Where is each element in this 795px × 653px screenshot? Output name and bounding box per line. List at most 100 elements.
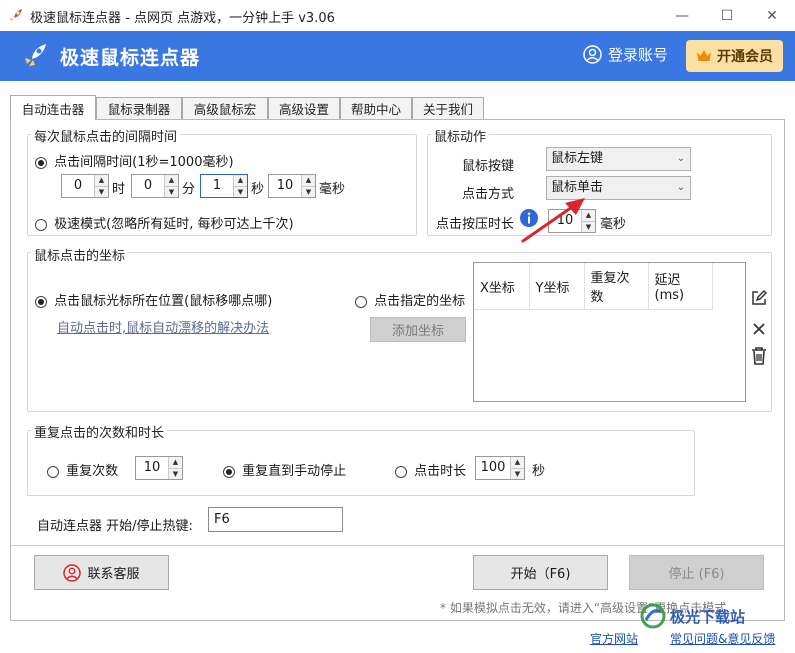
click-duration-value[interactable]: 100 bbox=[476, 457, 510, 479]
click-duration-stepper[interactable]: 100 ▲ ▼ bbox=[475, 456, 525, 480]
chevron-down-icon: ⌄ bbox=[676, 182, 686, 193]
app-header: 极速鼠标连点器 登录账号 开通会员 bbox=[0, 31, 795, 81]
ms-unit: 毫秒 bbox=[319, 182, 346, 197]
click-duration-option[interactable]: 点击时长 bbox=[395, 460, 466, 479]
add-coordinate-button[interactable]: 添加坐标 bbox=[370, 317, 466, 342]
window-title: 极速鼠标连点器 - 点网页 点游戏，一分钟上手 v3.06 bbox=[30, 11, 335, 26]
interval-title: 每次鼠标点击的间隔时间 bbox=[31, 126, 181, 145]
cursor-position-option[interactable]: 点击鼠标光标所在位置(鼠标移哪点哪) bbox=[35, 290, 272, 309]
login-label: 登录账号 bbox=[608, 46, 669, 64]
coords-title: 鼠标点击的坐标 bbox=[31, 245, 129, 264]
column-repeat[interactable]: 重复次数 bbox=[584, 263, 649, 310]
click-mode-label: 点击方式 bbox=[462, 187, 515, 202]
fixed-coords-radio[interactable] bbox=[355, 295, 367, 308]
up-arrow-icon[interactable]: ▲ bbox=[95, 175, 108, 186]
brand-name: 极速鼠标连点器 bbox=[60, 47, 201, 69]
column-x[interactable]: X坐标 bbox=[474, 263, 530, 310]
support-label: 联系客服 bbox=[87, 567, 140, 582]
repeat-count-stepper[interactable]: 10 ▲ ▼ bbox=[135, 456, 183, 480]
edit-icon[interactable] bbox=[750, 289, 768, 307]
support-user-icon bbox=[63, 563, 82, 582]
minutes-unit: 分 bbox=[182, 182, 196, 197]
up-arrow-icon[interactable]: ▲ bbox=[302, 175, 315, 186]
tab-mouse-recorder[interactable]: 鼠标录制器 bbox=[96, 97, 182, 119]
up-arrow-icon[interactable]: ▲ bbox=[169, 457, 182, 468]
press-duration-label: 点击按压时长 bbox=[436, 217, 515, 232]
up-arrow-icon[interactable]: ▲ bbox=[165, 175, 178, 186]
turbo-option[interactable]: 极速模式(忽略所有延时, 每秒可达上千次) bbox=[35, 213, 294, 232]
cursor-position-radio[interactable] bbox=[35, 295, 47, 308]
official-site-link[interactable]: 官方网站 bbox=[590, 630, 638, 647]
mouse-button-value: 鼠标左键 bbox=[551, 151, 604, 166]
minutes-stepper[interactable]: 0 ▲ ▼ bbox=[131, 174, 179, 198]
watermark-text: 极光下载站 bbox=[670, 607, 746, 626]
tab-advanced-settings[interactable]: 高级设置 bbox=[268, 97, 340, 119]
down-arrow-icon[interactable]: ▼ bbox=[511, 467, 524, 479]
press-duration-unit: 毫秒 bbox=[600, 217, 627, 232]
divider bbox=[11, 545, 784, 546]
seconds-value[interactable]: 1 bbox=[201, 175, 233, 197]
drift-help-link[interactable]: 自动点击时,鼠标自动漂移的解决办法 bbox=[57, 317, 269, 336]
hotkey-input[interactable]: F6 bbox=[208, 507, 343, 532]
cursor-position-label: 点击鼠标光标所在位置(鼠标移哪点哪) bbox=[54, 294, 273, 309]
repeat-until-stop-radio[interactable] bbox=[223, 465, 235, 478]
delete-icon[interactable] bbox=[751, 321, 767, 337]
repeat-count-radio[interactable] bbox=[47, 465, 59, 478]
repeat-until-stop-option[interactable]: 重复直到手动停止 bbox=[223, 460, 346, 479]
chevron-down-icon: ⌄ bbox=[676, 153, 686, 164]
hours-stepper[interactable]: 0 ▲ ▼ bbox=[61, 174, 109, 198]
seconds-stepper[interactable]: 1 ▲ ▼ bbox=[200, 174, 248, 198]
hours-unit: 时 bbox=[112, 182, 126, 197]
close-button[interactable]: ✕ bbox=[749, 0, 795, 31]
down-arrow-icon[interactable]: ▼ bbox=[95, 185, 108, 197]
fixed-coords-label: 点击指定的坐标 bbox=[374, 294, 466, 309]
repeat-count-option[interactable]: 重复次数 bbox=[47, 460, 118, 479]
turbo-radio[interactable] bbox=[35, 218, 47, 231]
tab-auto-clicker[interactable]: 自动连击器 bbox=[10, 95, 96, 120]
action-title: 鼠标动作 bbox=[431, 126, 490, 145]
coords-table[interactable]: X坐标 Y坐标 重复次数 延迟(ms) bbox=[473, 262, 746, 402]
faq-feedback-link[interactable]: 常见问题&意见反馈 bbox=[670, 630, 775, 647]
watermark-logo-icon bbox=[640, 603, 666, 629]
watermark: 极光下载站 bbox=[640, 603, 745, 629]
click-duration-label: 点击时长 bbox=[414, 464, 467, 479]
down-arrow-icon[interactable]: ▼ bbox=[165, 185, 178, 197]
down-arrow-icon[interactable]: ▼ bbox=[169, 467, 182, 479]
login-link[interactable]: 登录账号 bbox=[583, 44, 668, 65]
hours-value[interactable]: 0 bbox=[62, 175, 94, 197]
trash-icon[interactable] bbox=[750, 346, 768, 366]
ms-value[interactable]: 10 bbox=[269, 175, 301, 197]
mouse-button-select[interactable]: 鼠标左键 ⌄ bbox=[546, 147, 691, 171]
user-icon bbox=[583, 45, 602, 64]
turbo-option-label: 极速模式(忽略所有延时, 每秒可达上千次) bbox=[54, 217, 294, 232]
support-button[interactable]: 联系客服 bbox=[34, 555, 169, 590]
vip-button[interactable]: 开通会员 bbox=[686, 40, 783, 72]
stop-button[interactable]: 停止 (F6) bbox=[629, 555, 764, 590]
down-arrow-icon[interactable]: ▼ bbox=[302, 185, 315, 197]
fixed-coords-option[interactable]: 点击指定的坐标 bbox=[355, 290, 465, 309]
up-arrow-icon[interactable]: ▲ bbox=[234, 175, 247, 186]
down-arrow-icon[interactable]: ▼ bbox=[234, 185, 247, 197]
repeat-title: 重复点击的次数和时长 bbox=[31, 422, 168, 441]
column-delay[interactable]: 延迟(ms) bbox=[648, 263, 713, 310]
tab-about-us[interactable]: 关于我们 bbox=[412, 97, 484, 119]
ms-stepper[interactable]: 10 ▲ ▼ bbox=[268, 174, 316, 198]
minutes-value[interactable]: 0 bbox=[132, 175, 164, 197]
click-duration-unit: 秒 bbox=[532, 464, 546, 479]
click-duration-radio[interactable] bbox=[395, 465, 407, 478]
tab-mouse-macro[interactable]: 高级鼠标宏 bbox=[182, 97, 268, 119]
repeat-count-value[interactable]: 10 bbox=[136, 457, 168, 479]
start-button[interactable]: 开始（F6) bbox=[473, 555, 608, 590]
maximize-button[interactable]: ☐ bbox=[704, 0, 750, 31]
interval-option-label: 点击间隔时间(1秒=1000毫秒) bbox=[54, 155, 234, 170]
arrow-annotation-icon bbox=[521, 198, 585, 243]
tab-help-center[interactable]: 帮助中心 bbox=[340, 97, 412, 119]
up-arrow-icon[interactable]: ▲ bbox=[511, 457, 524, 468]
rocket-logo-icon bbox=[25, 44, 46, 66]
minimize-button[interactable]: — bbox=[659, 0, 705, 31]
interval-radio[interactable] bbox=[35, 156, 47, 169]
seconds-unit: 秒 bbox=[251, 182, 265, 197]
interval-option[interactable]: 点击间隔时间(1秒=1000毫秒) bbox=[35, 151, 234, 170]
title-bar: 极速鼠标连点器 - 点网页 点游戏，一分钟上手 v3.06 — ☐ ✕ bbox=[0, 0, 795, 31]
column-y[interactable]: Y坐标 bbox=[529, 263, 585, 310]
